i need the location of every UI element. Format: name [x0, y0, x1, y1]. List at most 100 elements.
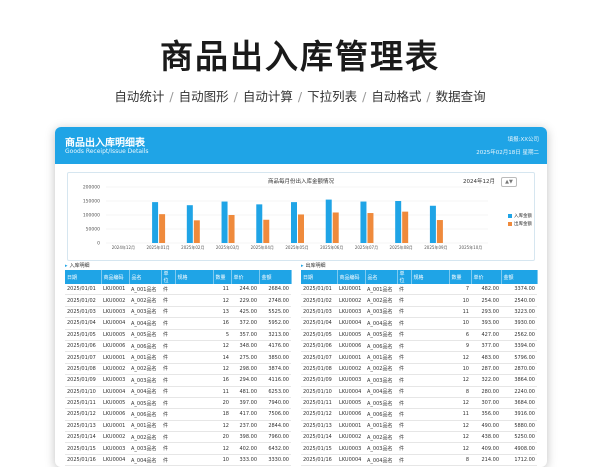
table-cell[interactable]: 11: [449, 306, 471, 319]
table-cell[interactable]: A_002品名: [129, 294, 161, 307]
table-cell[interactable]: 2025/01/14: [65, 431, 101, 444]
table-cell[interactable]: A_006品名: [365, 408, 397, 421]
table-cell[interactable]: 402.00: [231, 442, 259, 455]
table-cell[interactable]: 10: [449, 294, 471, 307]
table-cell[interactable]: LKU0005: [337, 397, 365, 410]
table-cell[interactable]: 2025/01/05: [65, 329, 101, 341]
table-cell[interactable]: 425.00: [231, 306, 259, 319]
table-cell[interactable]: LKU0003: [337, 306, 365, 319]
table-cell[interactable]: 2025/01/04: [301, 317, 337, 330]
table-cell[interactable]: 2025/01/01: [301, 284, 337, 296]
table-cell[interactable]: 10: [449, 363, 471, 376]
table-cell[interactable]: [411, 329, 449, 341]
table-cell[interactable]: A_004品名: [129, 454, 161, 467]
column-header[interactable]: 单位: [397, 270, 412, 284]
table-cell[interactable]: [175, 397, 213, 410]
table-cell[interactable]: 427.00: [471, 329, 501, 341]
table-cell[interactable]: A_002品名: [129, 431, 161, 444]
table-cell[interactable]: 3330.00: [259, 454, 291, 467]
table-cell[interactable]: 2025/01/12: [301, 408, 337, 421]
table-cell[interactable]: 20: [213, 397, 231, 410]
column-header[interactable]: 金额: [259, 270, 292, 284]
table-cell[interactable]: 12: [213, 420, 231, 433]
table-cell[interactable]: 件: [397, 442, 411, 455]
column-header[interactable]: 单价: [231, 270, 260, 284]
table-cell[interactable]: 件: [161, 431, 175, 444]
table-cell[interactable]: [175, 431, 213, 444]
table-cell[interactable]: 490.00: [471, 420, 501, 433]
table-cell[interactable]: A_002品名: [365, 363, 397, 376]
table-cell[interactable]: LKU0004: [101, 317, 129, 330]
column-header[interactable]: 单位: [161, 270, 176, 284]
table-cell[interactable]: LKU0003: [101, 442, 129, 455]
table-cell[interactable]: LKU0001: [101, 420, 129, 433]
column-header[interactable]: 单价: [471, 270, 502, 284]
table-cell[interactable]: [175, 351, 213, 364]
table-cell[interactable]: 2025/01/16: [65, 454, 101, 467]
table-cell[interactable]: 2025/01/14: [301, 431, 337, 444]
table-cell[interactable]: [411, 340, 449, 353]
table-cell[interactable]: 件: [397, 351, 411, 364]
table-cell[interactable]: LKU0005: [337, 329, 365, 341]
table-cell[interactable]: 3394.00: [501, 340, 537, 353]
table-cell[interactable]: 5250.00: [501, 431, 537, 444]
table-cell[interactable]: 件: [161, 386, 175, 398]
table-cell[interactable]: [411, 294, 449, 307]
table-cell[interactable]: 16: [213, 317, 231, 330]
table-cell[interactable]: [175, 420, 213, 433]
table-cell[interactable]: A_004品名: [365, 386, 397, 398]
table-cell[interactable]: A_005品名: [129, 397, 161, 410]
table-cell[interactable]: 件: [397, 374, 411, 387]
table-cell[interactable]: 件: [397, 454, 411, 467]
table-cell[interactable]: [411, 408, 449, 421]
table-cell[interactable]: A_003品名: [365, 374, 397, 387]
table-cell[interactable]: A_004品名: [365, 317, 397, 330]
table-cell[interactable]: 254.00: [471, 294, 501, 307]
table-cell[interactable]: 298.00: [231, 363, 259, 376]
table-cell[interactable]: 2870.00: [501, 363, 537, 376]
table-cell[interactable]: [411, 454, 449, 467]
table-cell[interactable]: 348.00: [231, 340, 259, 353]
table-cell[interactable]: [175, 329, 213, 341]
table-cell[interactable]: LKU0002: [101, 294, 129, 307]
column-header[interactable]: 商品编码: [101, 270, 130, 284]
table-cell[interactable]: A_002品名: [129, 363, 161, 376]
table-cell[interactable]: 1712.00: [501, 454, 537, 467]
table-cell[interactable]: A_005品名: [129, 329, 161, 341]
table-cell[interactable]: [411, 397, 449, 410]
table-cell[interactable]: 件: [397, 294, 411, 307]
table-cell[interactable]: 件: [397, 363, 411, 376]
table-cell[interactable]: 322.00: [471, 374, 501, 387]
table-cell[interactable]: 12: [213, 294, 231, 307]
table-cell[interactable]: A_006品名: [129, 340, 161, 353]
table-cell[interactable]: LKU0001: [101, 284, 129, 296]
table-cell[interactable]: 280.00: [471, 386, 501, 398]
table-cell[interactable]: 2025/01/08: [65, 363, 101, 376]
table-cell[interactable]: [175, 294, 213, 307]
table-cell[interactable]: 237.00: [231, 420, 259, 433]
table-cell[interactable]: 2562.00: [501, 329, 537, 341]
table-cell[interactable]: 377.00: [471, 340, 501, 353]
table-cell[interactable]: LKU0002: [101, 431, 129, 444]
table-cell[interactable]: [411, 386, 449, 398]
table-cell[interactable]: 2025/01/09: [65, 374, 101, 387]
table-cell[interactable]: 6432.00: [259, 442, 291, 455]
table-cell[interactable]: 件: [397, 340, 411, 353]
table-cell[interactable]: 287.00: [471, 363, 501, 376]
table-cell[interactable]: 12: [213, 363, 231, 376]
table-cell[interactable]: 5: [213, 329, 231, 341]
table-cell[interactable]: 2025/01/10: [301, 386, 337, 398]
table-cell[interactable]: 6253.00: [259, 386, 291, 398]
table-cell[interactable]: 件: [397, 306, 411, 319]
table-cell[interactable]: LKU0006: [337, 408, 365, 421]
table-cell[interactable]: 2025/01/06: [301, 340, 337, 353]
table-cell[interactable]: 14: [213, 351, 231, 364]
table-cell[interactable]: 件: [397, 329, 411, 341]
table-cell[interactable]: 18: [213, 408, 231, 421]
table-cell[interactable]: A_004品名: [129, 386, 161, 398]
table-cell[interactable]: 12: [213, 340, 231, 353]
table-cell[interactable]: 12: [213, 442, 231, 455]
table-cell[interactable]: 件: [397, 397, 411, 410]
table-cell[interactable]: [411, 431, 449, 444]
table-cell[interactable]: [411, 306, 449, 319]
